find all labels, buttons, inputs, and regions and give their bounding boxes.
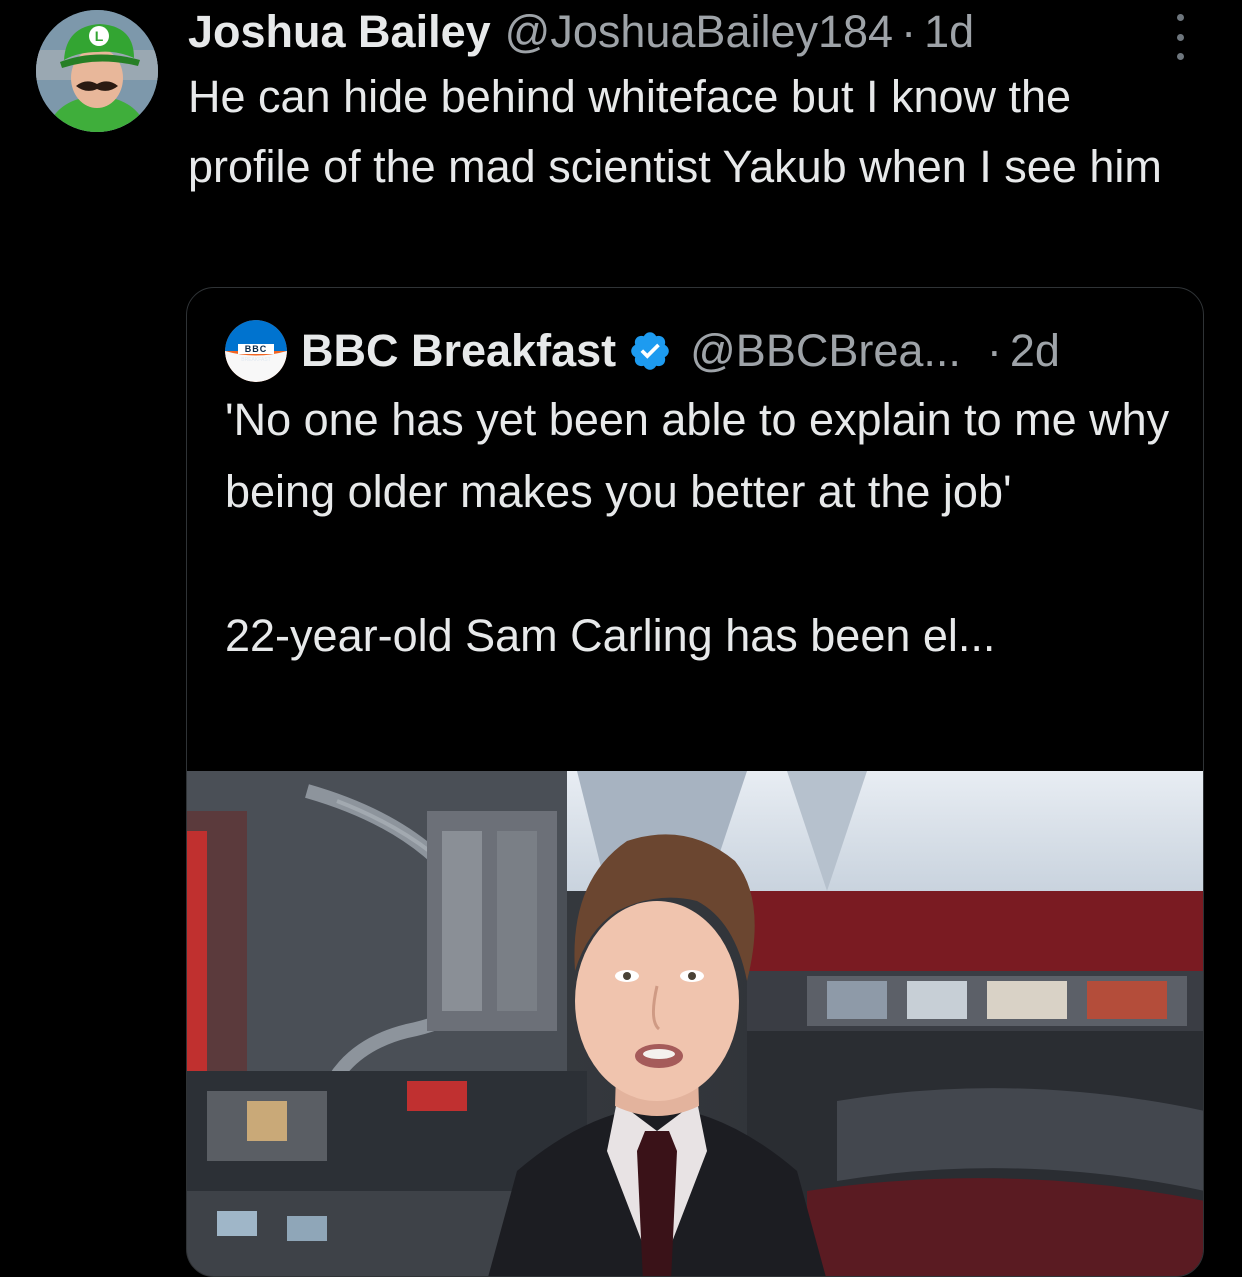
quoted-tweet[interactable]: BBC BREAKFAST BBC Breakfast @BBCBrea... … [186, 287, 1204, 1277]
author-handle[interactable]: @JoshuaBailey184 [505, 6, 893, 58]
tweet-timestamp[interactable]: 1d [924, 6, 974, 58]
bbc-breakfast-logo-icon: BBC BREAKFAST [225, 320, 287, 382]
quoted-author-name[interactable]: BBC Breakfast [301, 325, 616, 377]
tweet-header: Joshua Bailey @JoshuaBailey184 · 1d [188, 2, 974, 62]
news-studio-image [187, 771, 1203, 1276]
quoted-tweet-timestamp[interactable]: 2d [1010, 325, 1060, 377]
quoted-tweet-text: 'No one has yet been able to explain to … [225, 384, 1175, 672]
author-name[interactable]: Joshua Bailey [188, 6, 491, 58]
tweet[interactable]: L Joshua Bailey @JoshuaBailey184 · 1d He… [0, 0, 1242, 1277]
separator-dot: · [986, 325, 1002, 376]
bbc-logo-top-text: BBC [245, 344, 268, 354]
bbc-logo-bottom-text: BREAKFAST [241, 357, 270, 363]
author-avatar[interactable]: L [36, 10, 158, 132]
quoted-tweet-header: BBC BREAKFAST BBC Breakfast @BBCBrea... … [225, 318, 1060, 384]
quoted-tweet-text-line1: 'No one has yet been able to explain to … [225, 394, 1170, 517]
svg-text:L: L [95, 28, 104, 44]
bbc-breakfast-avatar[interactable]: BBC BREAKFAST [225, 320, 287, 382]
luigi-avatar-icon: L [36, 10, 158, 132]
quoted-author-handle[interactable]: @BBCBrea... [690, 325, 961, 377]
more-options-icon[interactable] [1168, 14, 1192, 60]
news-studio-photo[interactable] [187, 771, 1203, 1276]
quoted-tweet-text-line2: 22-year-old Sam Carling has been el... [225, 610, 996, 661]
tweet-text: He can hide behind whiteface but I know … [188, 71, 1162, 192]
verified-badge-icon [628, 329, 672, 373]
separator-dot: · [901, 6, 917, 57]
